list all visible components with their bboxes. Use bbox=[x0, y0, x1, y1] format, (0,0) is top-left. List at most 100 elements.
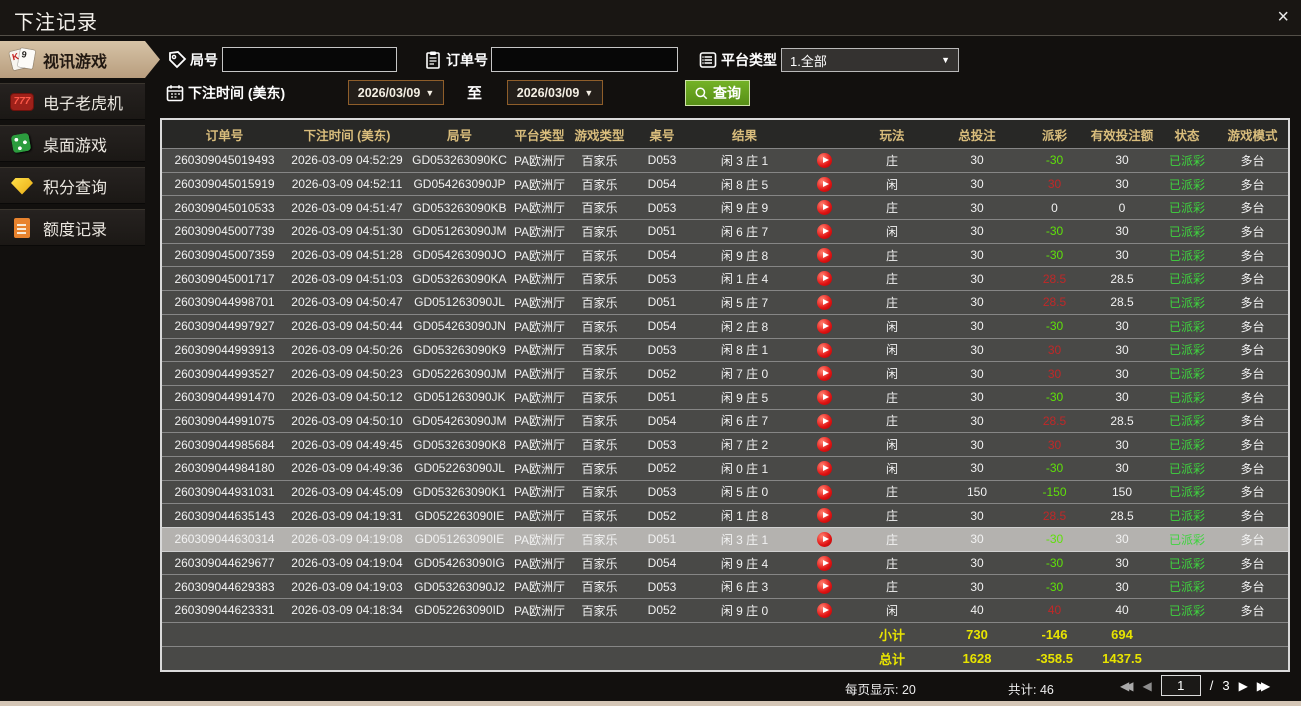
replay-video-icon[interactable] bbox=[817, 555, 832, 571]
round-number-input[interactable] bbox=[222, 47, 397, 72]
footer-bar: 每页显示: 20 共计: 46 ◀◀ ◀ 1 / 3 ▶ ▶▶ bbox=[145, 672, 1301, 701]
last-page-icon[interactable]: ▶▶ bbox=[1257, 676, 1271, 696]
sidebar-item-table-games[interactable]: 桌面游戏 bbox=[0, 125, 145, 162]
replay-video-icon[interactable] bbox=[817, 176, 832, 192]
replay-video-icon[interactable] bbox=[817, 413, 832, 429]
replay-video-icon[interactable] bbox=[817, 318, 832, 334]
cell-valid_bet: 28.5 bbox=[1110, 508, 1134, 523]
replay-video-icon[interactable] bbox=[817, 200, 832, 216]
table-row[interactable]: 260309044984180 2026-03-09 04:49:36 GD0522… bbox=[162, 455, 1288, 480]
cell-mode: 多台 bbox=[1240, 509, 1265, 524]
cell-status: 已派彩 bbox=[1168, 224, 1205, 239]
cell-result: 闲 5 庄 7 bbox=[720, 295, 769, 310]
sidebar-item-quota-records[interactable]: 额度记录 bbox=[0, 209, 145, 246]
cell-result: 闲 5 庄 0 bbox=[720, 485, 769, 500]
query-button[interactable]: 查询 bbox=[685, 80, 750, 106]
cell-payout: 30 bbox=[1047, 366, 1062, 381]
replay-video-icon[interactable] bbox=[817, 247, 832, 263]
table-row[interactable]: 260309045010533 2026-03-09 04:51:47 GD0532… bbox=[162, 195, 1288, 219]
table-row[interactable]: 260309044629383 2026-03-09 04:19:03 GD0532… bbox=[162, 574, 1288, 598]
cell-time: 2026-03-09 04:19:08 bbox=[291, 532, 403, 547]
cell-payout: 30 bbox=[1047, 437, 1062, 452]
cell-status: 已派彩 bbox=[1168, 177, 1205, 192]
sidebar-item-points-query[interactable]: 积分查询 bbox=[0, 167, 145, 204]
replay-video-icon[interactable] bbox=[817, 484, 832, 500]
cell-total_bet: 30 bbox=[970, 390, 984, 405]
column-header-table_no: 桌号 bbox=[649, 128, 675, 143]
table-row[interactable]: 260309045007359 2026-03-09 04:51:28 GD0542… bbox=[162, 242, 1288, 267]
cell-mode: 多台 bbox=[1240, 295, 1265, 310]
cell-mode: 多台 bbox=[1240, 343, 1265, 358]
table-row[interactable]: 260309044623331 2026-03-09 04:18:34 GD0522… bbox=[162, 598, 1288, 622]
table-row[interactable]: 260309044997927 2026-03-09 04:50:44 GD0542… bbox=[162, 313, 1288, 338]
cell-total_bet: 730 bbox=[966, 626, 988, 642]
replay-video-icon[interactable] bbox=[817, 295, 832, 311]
table-row[interactable]: 260309045019493 2026-03-09 04:52:29 GD0532… bbox=[162, 148, 1288, 172]
sidebar-item-video-games[interactable]: 视讯游戏 bbox=[0, 41, 160, 78]
cell-status: 已派彩 bbox=[1168, 295, 1205, 310]
table-row[interactable]: 260309045007739 2026-03-09 04:51:30 GD0512… bbox=[162, 219, 1288, 243]
cell-table_no: D052 bbox=[647, 508, 677, 523]
table-row[interactable]: 260309044993913 2026-03-09 04:50:26 GD0532… bbox=[162, 337, 1288, 362]
sidebar-item-label: 桌面游戏 bbox=[43, 137, 108, 155]
replay-video-icon[interactable] bbox=[817, 603, 832, 619]
total-count-label: 共计: 46 bbox=[1008, 683, 1054, 697]
first-page-icon[interactable]: ◀◀ bbox=[1120, 676, 1134, 696]
cell-play bbox=[797, 295, 852, 311]
cell-table_no: D054 bbox=[647, 248, 677, 263]
column-header-payout: 派彩 bbox=[1041, 128, 1067, 143]
cell-status: 已派彩 bbox=[1168, 367, 1205, 382]
cell-payout: 30 bbox=[1047, 177, 1062, 192]
cell-game: 百家乐 bbox=[581, 343, 618, 358]
cell-bet_type: 庄 bbox=[885, 414, 898, 429]
close-icon[interactable]: × bbox=[1277, 6, 1289, 28]
replay-video-icon[interactable] bbox=[817, 366, 832, 382]
replay-video-icon[interactable] bbox=[817, 437, 832, 453]
replay-video-icon[interactable] bbox=[817, 460, 832, 476]
table-row[interactable]: 260309044931031 2026-03-09 04:45:09 GD0532… bbox=[162, 479, 1288, 504]
cell-status: 已派彩 bbox=[1168, 580, 1205, 595]
table-row[interactable]: 260309044998701 2026-03-09 04:50:47 GD0512… bbox=[162, 290, 1288, 314]
platform-type-select[interactable]: 1.全部 ▼ bbox=[781, 48, 959, 72]
cell-status: 已派彩 bbox=[1168, 343, 1205, 358]
search-icon bbox=[694, 86, 709, 101]
cell-total_bet: 30 bbox=[970, 177, 984, 192]
replay-video-icon[interactable] bbox=[817, 579, 832, 595]
cell-total_bet: 30 bbox=[970, 153, 984, 168]
replay-video-icon[interactable] bbox=[817, 342, 832, 358]
replay-video-icon[interactable] bbox=[817, 389, 832, 405]
cell-payout: -30 bbox=[1045, 319, 1064, 334]
replay-video-icon[interactable] bbox=[817, 508, 832, 524]
table-row[interactable]: 260309045015919 2026-03-09 04:52:11 GD0542… bbox=[162, 171, 1288, 196]
table-row[interactable]: 260309044635143 2026-03-09 04:19:31 GD0522… bbox=[162, 503, 1288, 527]
date-to-picker[interactable]: 2026/03/09 ▼ bbox=[507, 80, 603, 105]
table-row[interactable]: 260309044993527 2026-03-09 04:50:23 GD0522… bbox=[162, 361, 1288, 385]
subtotal-row: 小计 730 -146 694 bbox=[162, 621, 1288, 646]
cell-total_bet: 30 bbox=[970, 413, 984, 428]
order-number-input[interactable] bbox=[491, 47, 678, 72]
cell-bet_type: 闲 bbox=[885, 319, 898, 334]
table-row[interactable]: 260309044985684 2026-03-09 04:49:45 GD0532… bbox=[162, 432, 1288, 456]
date-from-picker[interactable]: 2026/03/09 ▼ bbox=[348, 80, 444, 105]
prev-page-icon[interactable]: ◀ bbox=[1142, 676, 1151, 696]
replay-video-icon[interactable] bbox=[817, 532, 832, 547]
cell-table_no: D054 bbox=[647, 177, 677, 192]
sidebar-item-slot-machines[interactable]: 777 电子老虎机 bbox=[0, 83, 145, 120]
replay-video-icon[interactable] bbox=[817, 153, 832, 168]
table-row[interactable]: 260309044629677 2026-03-09 04:19:04 GD0542… bbox=[162, 550, 1288, 575]
chevron-down-icon: ▼ bbox=[584, 87, 594, 98]
cell-bet_type: 闲 bbox=[885, 438, 898, 453]
table-row[interactable]: 260309044991075 2026-03-09 04:50:10 GD0542… bbox=[162, 408, 1288, 433]
cell-bet_type: 庄 bbox=[885, 485, 898, 500]
table-row[interactable]: 260309044991470 2026-03-09 04:50:12 GD0512… bbox=[162, 384, 1288, 409]
current-page-input[interactable]: 1 bbox=[1160, 675, 1201, 696]
cell-order: 260309044623331 bbox=[174, 603, 275, 618]
next-page-icon[interactable]: ▶ bbox=[1239, 676, 1248, 696]
replay-video-icon[interactable] bbox=[817, 224, 832, 240]
table-row[interactable]: 260309044630314 2026-03-09 04:19:08 GD0512… bbox=[162, 527, 1288, 551]
cell-play bbox=[797, 176, 852, 192]
replay-video-icon[interactable] bbox=[817, 271, 832, 287]
table-row[interactable]: 260309045001717 2026-03-09 04:51:03 GD0532… bbox=[162, 266, 1288, 290]
cell-mode: 多台 bbox=[1240, 272, 1265, 287]
cell-payout: -30 bbox=[1045, 390, 1064, 405]
